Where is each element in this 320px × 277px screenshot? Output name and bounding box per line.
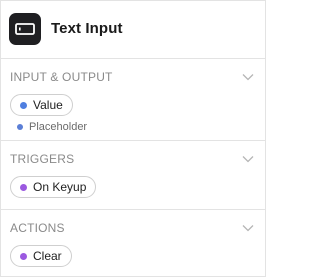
value-pill[interactable]: Value (10, 94, 73, 116)
chevron-down-icon[interactable] (242, 155, 254, 163)
component-panel: Text Input INPUT & OUTPUT Value Placehol… (0, 0, 266, 277)
value-pill-label: Value (33, 98, 63, 112)
section-title-actions[interactable]: ACTIONS (10, 221, 65, 235)
clear-pill-label: Clear (33, 249, 62, 263)
placeholder-item[interactable]: Placeholder (17, 121, 87, 133)
panel-header: Text Input (1, 1, 265, 59)
placeholder-label: Placeholder (29, 121, 88, 133)
clear-pill[interactable]: Clear (10, 245, 72, 267)
section-triggers: TRIGGERS On Keyup (1, 141, 265, 210)
section-input-output: INPUT & OUTPUT Value Placeholder (1, 59, 265, 141)
on-keyup-pill[interactable]: On Keyup (10, 176, 97, 198)
clear-dot-icon (20, 252, 27, 260)
value-dot-icon (20, 101, 27, 109)
section-actions: ACTIONS Clear (1, 210, 265, 276)
on-keyup-dot-icon (20, 183, 27, 191)
section-title-triggers[interactable]: TRIGGERS (10, 152, 74, 166)
chevron-down-icon[interactable] (242, 73, 254, 81)
section-title-input-output[interactable]: INPUT & OUTPUT (10, 70, 113, 84)
chevron-down-icon[interactable] (242, 224, 254, 232)
panel-title: Text Input (51, 20, 123, 37)
placeholder-dot-icon (17, 124, 23, 130)
on-keyup-pill-label: On Keyup (33, 180, 87, 194)
text-input-icon (9, 13, 41, 45)
